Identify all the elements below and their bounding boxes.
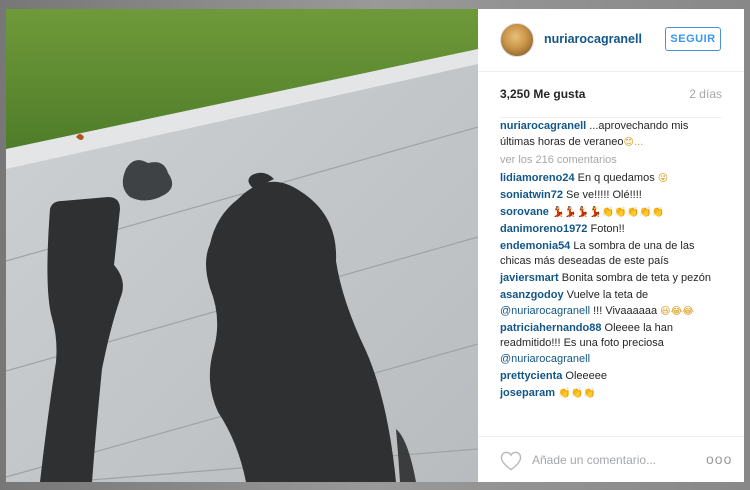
comment-username[interactable]: asanzgodoy xyxy=(500,289,564,301)
comment-item: soniatwin72 Se ve!!!!! Olé!!!! xyxy=(500,188,726,204)
comment-username[interactable]: sorovane xyxy=(500,206,549,218)
comment-mention[interactable]: @nuriarocagranell xyxy=(500,353,590,365)
comment-text: En q quedamos xyxy=(574,171,658,184)
post-meta: 3,250 Me gusta 2 días xyxy=(500,87,722,118)
comment-item: danimoreno1972 Foton!! xyxy=(500,222,726,238)
comment-username[interactable]: joseparam xyxy=(500,387,555,399)
post-header: nuriarocagranell SEGUIR xyxy=(478,9,744,72)
comment-text-continued: !!! Vivaaaaaa xyxy=(590,304,661,317)
post-age[interactable]: 2 días xyxy=(689,87,722,101)
comment-item: sorovane 💃💃💃💃👏👏👏👏👏 xyxy=(500,205,726,221)
comment-item: javiersmart Bonita sombra de teta y pezó… xyxy=(500,271,726,287)
likes-count[interactable]: 3,250 Me gusta xyxy=(500,87,585,101)
comments-list: nuriarocagranell ...aprovechando mis últ… xyxy=(500,119,726,403)
comment-username[interactable]: patriciahernando88 xyxy=(500,322,601,334)
follow-button[interactable]: SEGUIR xyxy=(665,27,721,51)
comment-text: Oleeeee xyxy=(562,369,608,382)
post-sidebar: nuriarocagranell SEGUIR 3,250 Me gusta 2… xyxy=(478,9,744,482)
comment-item: asanzgodoy Vuelve la teta de @nuriarocag… xyxy=(500,288,726,319)
comment-username[interactable]: endemonia54 xyxy=(500,240,570,252)
comment-emoji: 😃😂😂 xyxy=(660,305,694,317)
comment-emoji: 💃💃💃💃👏👏👏👏👏 xyxy=(551,206,665,218)
caption-username[interactable]: nuriarocagranell xyxy=(500,120,586,132)
comment-item: prettycienta Oleeeee xyxy=(500,369,726,385)
comment-text: Foton!! xyxy=(587,222,625,235)
comment-username[interactable]: soniatwin72 xyxy=(500,189,563,201)
caption: nuriarocagranell ...aprovechando mis últ… xyxy=(500,119,726,150)
comment-emoji: 👏👏👏 xyxy=(558,387,596,399)
comment-text: Vuelve la teta de xyxy=(563,289,649,301)
heart-icon[interactable] xyxy=(500,451,522,471)
comment-mention[interactable]: @nuriarocagranell xyxy=(500,305,590,317)
comment-username[interactable]: lidiamoreno24 xyxy=(500,172,575,184)
comment-username[interactable]: prettycienta xyxy=(500,370,562,382)
comment-text: Se ve!!!!! Olé!!!! xyxy=(562,188,642,201)
post-photo[interactable] xyxy=(6,9,478,482)
view-all-comments-link[interactable]: ver los 216 comentarios xyxy=(500,153,726,169)
post-footer: Añade un comentario... ooo xyxy=(478,436,744,482)
avatar[interactable] xyxy=(500,23,534,57)
author-username[interactable]: nuriarocagranell xyxy=(544,32,642,46)
photo-image xyxy=(6,9,478,482)
instagram-post-card: nuriarocagranell SEGUIR 3,250 Me gusta 2… xyxy=(6,9,744,482)
comment-item: lidiamoreno24 En q quedamos 😜 xyxy=(500,171,726,187)
add-comment-input[interactable]: Añade un comentario... xyxy=(532,453,656,467)
comment-text: Bonita sombra de teta y pezón xyxy=(558,272,711,284)
comment-emoji: 😜 xyxy=(657,172,669,184)
comment-item: joseparam 👏👏👏 xyxy=(500,386,726,402)
comment-username[interactable]: javiersmart xyxy=(500,272,559,284)
comment-item: patriciahernando88 Oleeee la han readmit… xyxy=(500,321,726,368)
comment-item: endemonia54 La sombra de una de las chic… xyxy=(500,239,726,270)
more-options-icon[interactable]: ooo xyxy=(706,451,732,467)
caption-emoji: 😊... xyxy=(623,136,644,148)
comment-username[interactable]: danimoreno1972 xyxy=(500,223,587,235)
